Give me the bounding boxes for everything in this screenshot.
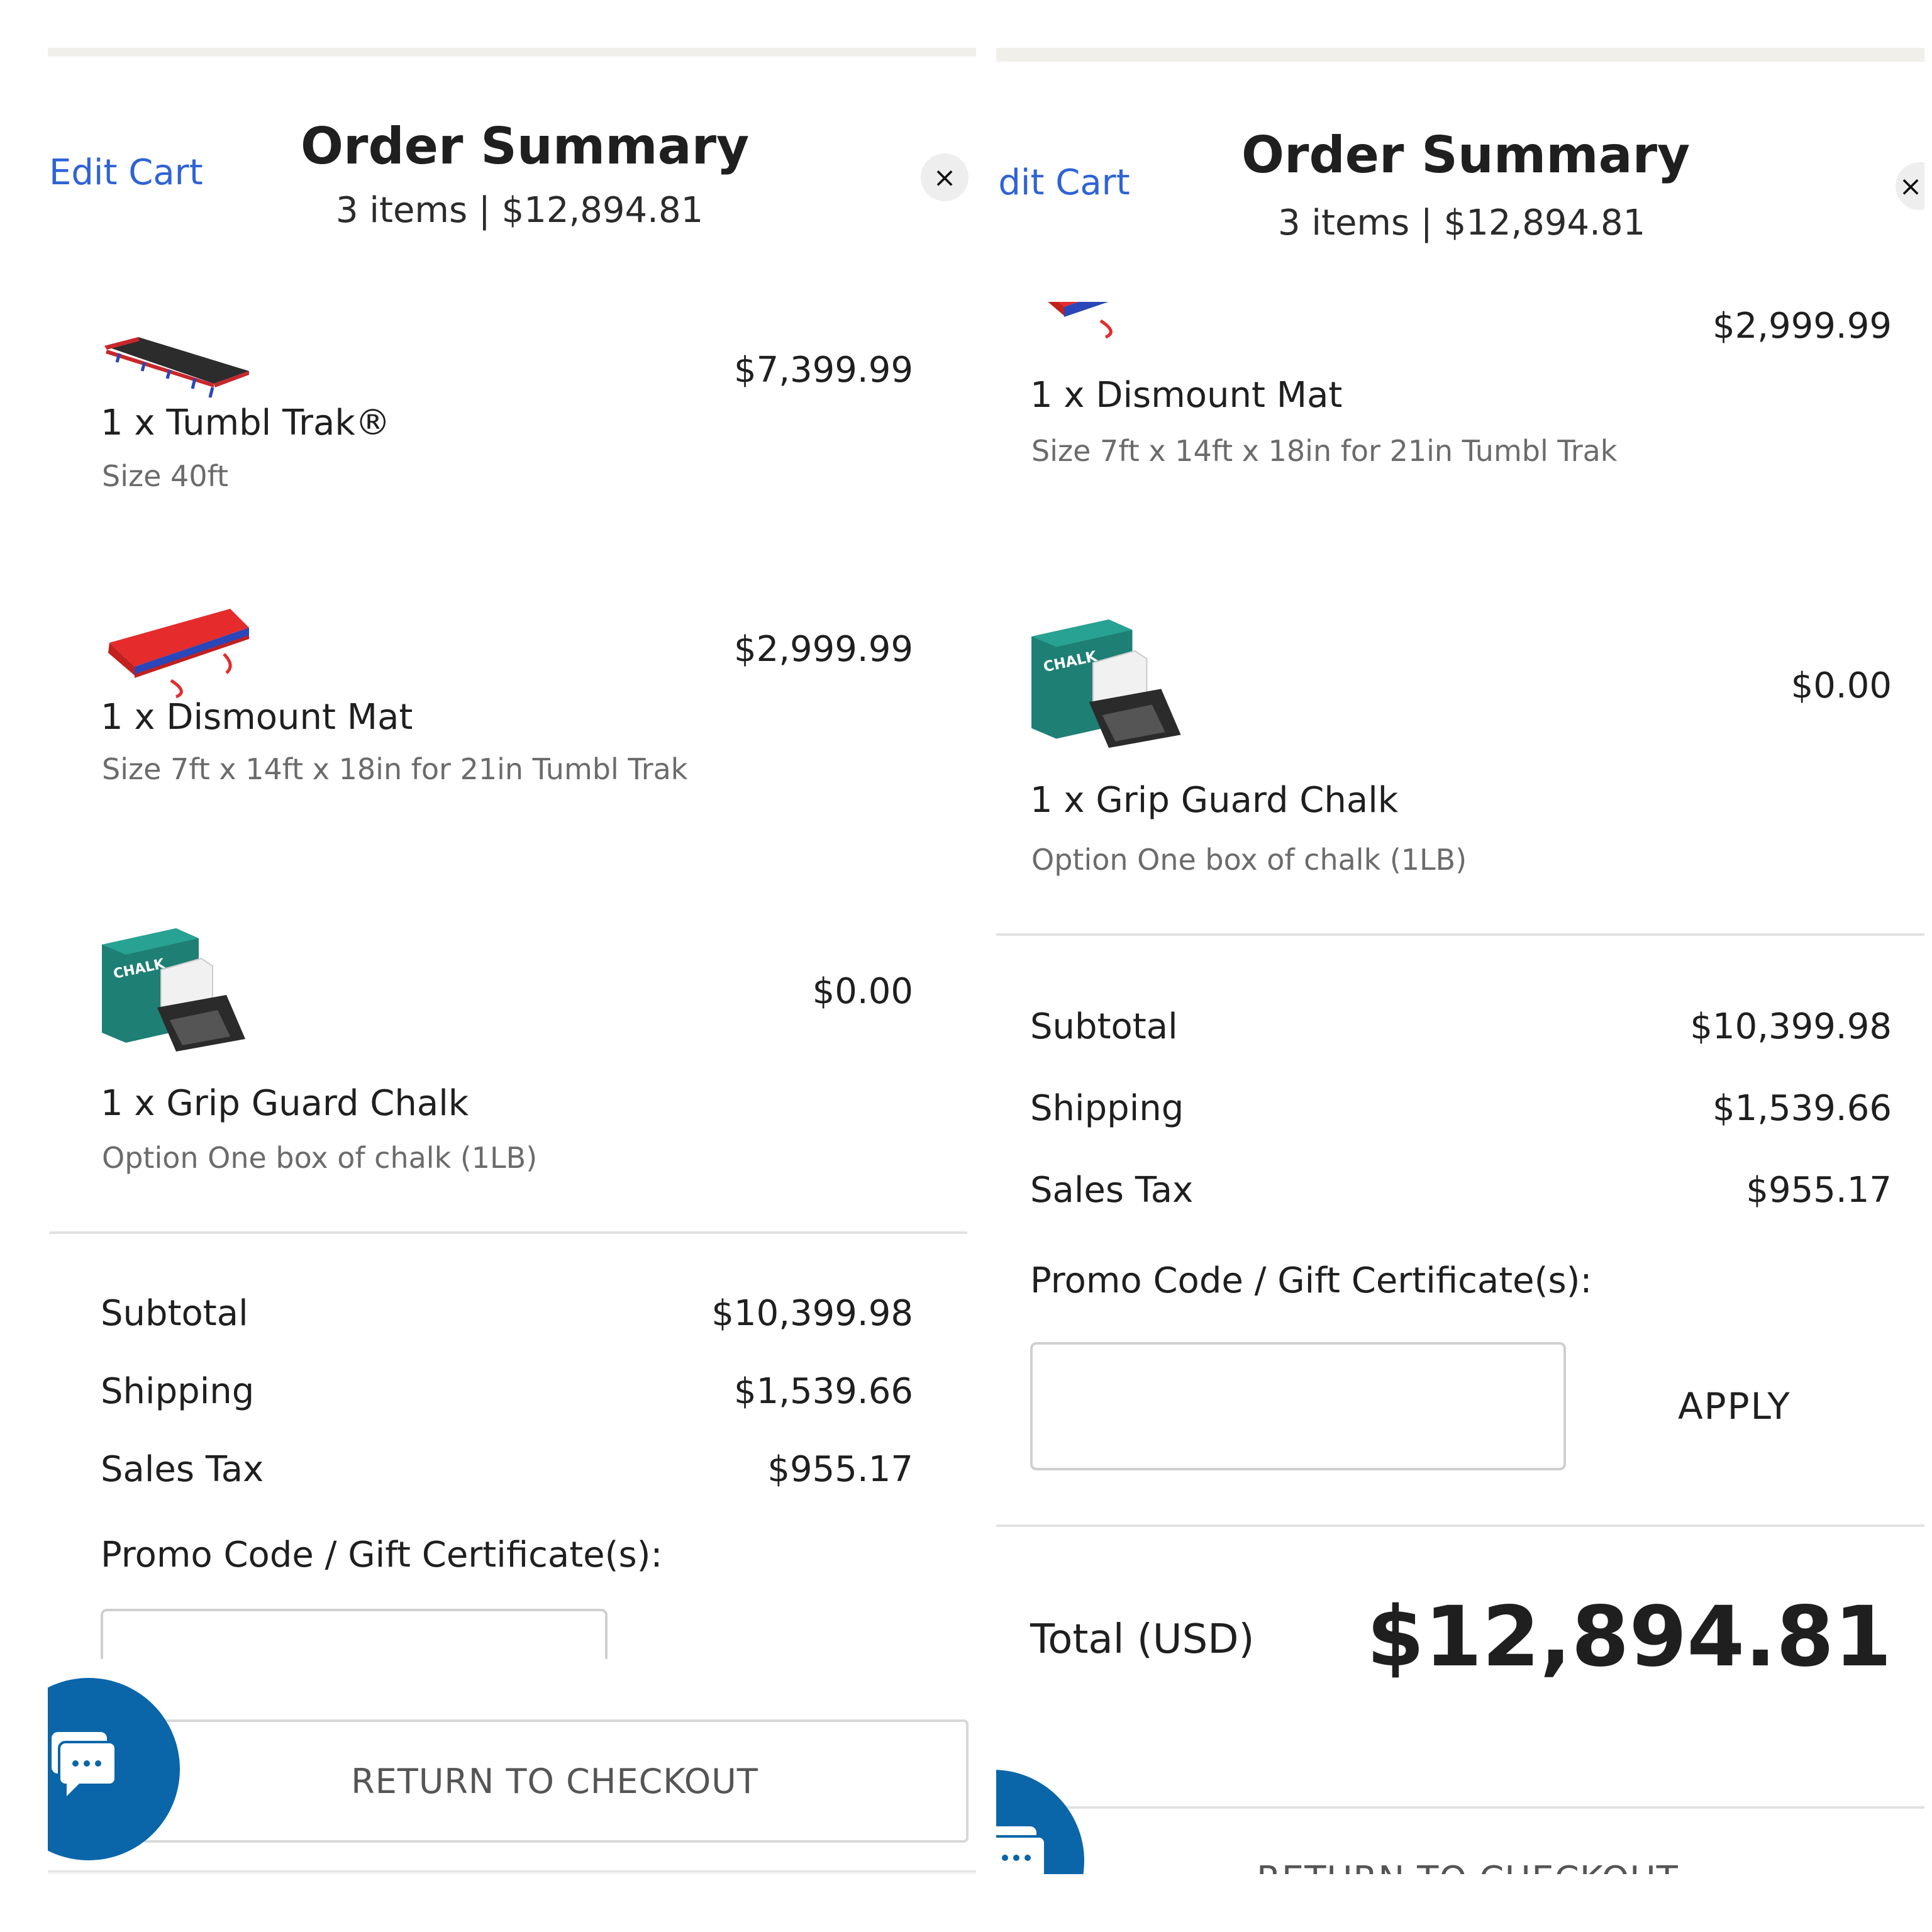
return-to-checkout-button[interactable]: RETURN TO CHECKOUT (1257, 1859, 1679, 1874)
item-price: $0.00 (812, 971, 913, 1012)
tumbl-trak-image (104, 337, 249, 398)
item-price: $7,399.99 (733, 350, 913, 391)
close-button[interactable]: × (921, 153, 969, 201)
sales-tax-value: $955.17 (767, 1449, 913, 1490)
promo-code-label: Promo Code / Gift Certificate(s): (1030, 1260, 1592, 1301)
item-price: $2,999.99 (733, 629, 913, 670)
item-option: Size 40ft (102, 459, 229, 493)
grip-guard-chalk-image: CHALK (102, 928, 245, 1052)
order-summary-panel-right: Edit Cart Order Summary 3 items | $12,89… (996, 0, 1924, 1874)
shipping-value: $1,539.66 (733, 1371, 913, 1412)
edit-cart-link[interactable]: Edit Cart (996, 162, 1130, 203)
subtotal-value: $10,399.98 (711, 1293, 913, 1334)
scroll-clip (48, 1659, 976, 1697)
order-count-total: 3 items | $12,894.81 (1278, 203, 1646, 243)
sales-tax-label: Sales Tax (101, 1449, 264, 1490)
divider (996, 1524, 1924, 1527)
item-name: 1 x Dismount Mat (1030, 375, 1343, 416)
item-option: Option One box of chalk (1LB) (1031, 843, 1467, 877)
page-title: Order Summary (1241, 126, 1690, 184)
item-price: $0.00 (1790, 665, 1892, 706)
grip-guard-chalk-image: CHALK (1031, 619, 1181, 748)
shipping-label: Shipping (1030, 1088, 1184, 1129)
top-bar (996, 48, 1924, 62)
apply-button[interactable]: APPLY (1678, 1385, 1791, 1428)
total-label: Total (USD) (1030, 1616, 1255, 1663)
subtotal-value: $10,399.98 (1690, 1006, 1892, 1047)
subtotal-label: Subtotal (1030, 1006, 1178, 1047)
dismount-mat-image (108, 609, 249, 699)
divider (996, 1806, 1924, 1809)
chat-icon (996, 1826, 1046, 1874)
item-name: 1 x Grip Guard Chalk (1030, 780, 1399, 821)
sales-tax-value: $955.17 (1746, 1170, 1892, 1211)
shipping-value: $1,539.66 (1712, 1088, 1892, 1129)
scroll-clip (996, 277, 1924, 302)
edit-cart-link[interactable]: Edit Cart (49, 152, 203, 193)
order-count-total: 3 items | $12,894.81 (336, 190, 704, 231)
shipping-label: Shipping (101, 1371, 255, 1412)
browser-toolbar (48, 1870, 976, 1874)
item-name: 1 x Dismount Mat (101, 697, 413, 738)
close-icon: × (1899, 170, 1923, 203)
item-name: 1 x Tumbl Trak® (101, 402, 391, 443)
item-option: Option One box of chalk (1LB) (102, 1141, 538, 1175)
total-value: $12,894.81 (1366, 1589, 1892, 1685)
chat-icon (52, 1732, 117, 1796)
return-to-checkout-label: RETURN TO CHECKOUT (351, 1761, 758, 1801)
sales-tax-label: Sales Tax (1030, 1170, 1194, 1211)
close-button[interactable]: × (1896, 162, 1924, 210)
promo-code-label: Promo Code / Gift Certificate(s): (101, 1535, 663, 1575)
promo-code-input[interactable] (1030, 1342, 1566, 1470)
subtotal-label: Subtotal (101, 1293, 248, 1334)
order-summary-panel-left: Edit Cart Order Summary 3 items | $12,89… (48, 0, 976, 1874)
close-icon: × (933, 161, 957, 194)
divider (49, 1231, 967, 1234)
item-option: Size 7ft x 14ft x 18in for 21in Tumbl Tr… (102, 752, 688, 786)
divider (996, 933, 1924, 936)
top-bar (48, 48, 976, 57)
item-name: 1 x Grip Guard Chalk (101, 1083, 469, 1124)
item-option: Size 7ft x 14ft x 18in for 21in Tumbl Tr… (1031, 434, 1618, 468)
return-to-checkout-button[interactable]: RETURN TO CHECKOUT (141, 1719, 969, 1843)
page-title: Order Summary (301, 117, 750, 175)
item-price: $2,999.99 (1712, 306, 1892, 347)
